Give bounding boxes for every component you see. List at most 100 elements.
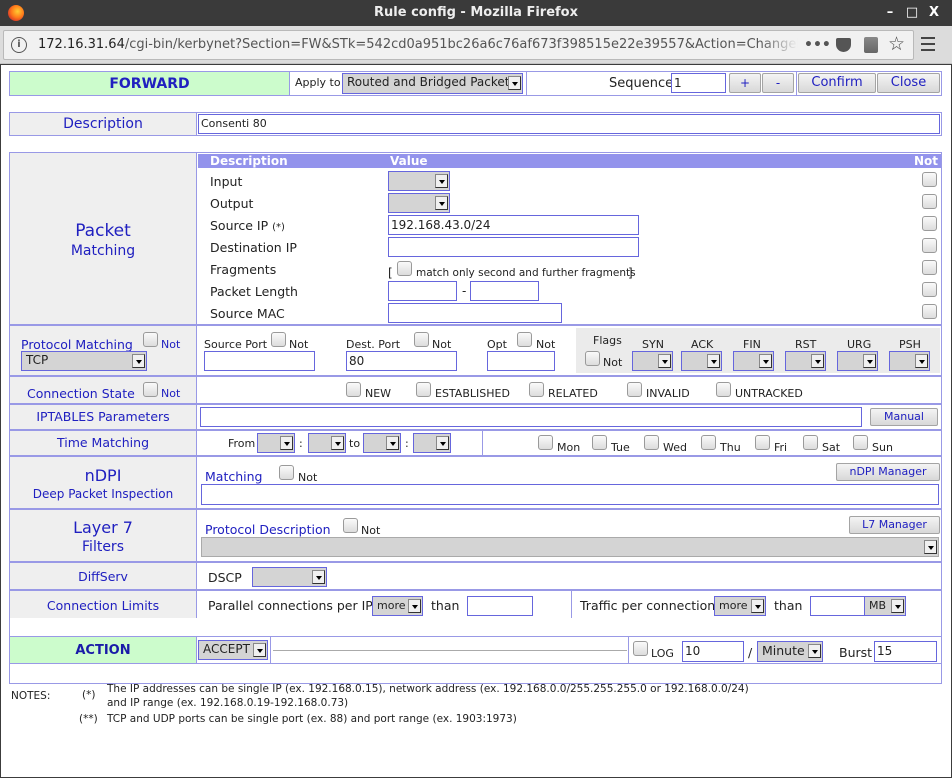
destination-ip-label: Destination IP <box>210 240 297 255</box>
confirm-button[interactable]: Confirm <box>798 73 876 93</box>
output-not-checkbox[interactable] <box>922 194 937 209</box>
description-input[interactable]: Consenti 80 <box>198 114 940 134</box>
chevron-down-icon <box>386 436 399 450</box>
destination-ip-not-checkbox[interactable] <box>922 238 937 253</box>
layer7-not-checkbox[interactable] <box>343 518 358 533</box>
day-checkbox-tue[interactable] <box>592 435 607 450</box>
divider <box>628 637 629 663</box>
dest-port-not-checkbox[interactable] <box>414 332 429 347</box>
maximize-button[interactable]: □ <box>902 0 922 26</box>
opt-input[interactable] <box>487 351 555 371</box>
close-window-button[interactable]: X <box>924 0 944 26</box>
flag-select-ack[interactable] <box>681 351 722 371</box>
traffic-unit-select[interactable]: MB <box>864 596 906 616</box>
output-label: Output <box>210 196 254 211</box>
state-checkbox-invalid[interactable] <box>627 382 642 397</box>
flag-select-rst[interactable] <box>785 351 826 371</box>
connection-state-label: Connection State <box>27 386 135 401</box>
flags-not-checkbox[interactable] <box>585 351 600 366</box>
traffic-value-input[interactable] <box>810 596 865 616</box>
flag-select-fin[interactable] <box>733 351 774 371</box>
action-label: ACTION <box>10 637 196 663</box>
state-checkbox-established[interactable] <box>416 382 431 397</box>
sequence-input[interactable]: 1 <box>671 73 726 93</box>
opt-not-checkbox[interactable] <box>517 332 532 347</box>
to-minute-select[interactable] <box>413 433 451 453</box>
layer7-protocol-select[interactable] <box>201 537 939 557</box>
source-ip-not-checkbox[interactable] <box>922 216 937 231</box>
day-checkbox-thu[interactable] <box>701 435 716 450</box>
bracket-close: ] <box>628 266 633 280</box>
packet-length-max-input[interactable] <box>470 281 539 301</box>
close-button[interactable]: Close <box>877 73 940 93</box>
source-mac-input[interactable] <box>388 303 562 323</box>
ndpi-not-checkbox[interactable] <box>279 465 294 480</box>
day-checkbox-sun[interactable] <box>853 435 868 450</box>
manual-button[interactable]: Manual <box>870 408 938 426</box>
day-checkbox-mon[interactable] <box>538 435 553 450</box>
log-period-select[interactable]: Minute <box>757 641 823 662</box>
apply-to-select[interactable]: Routed and Bridged Packets <box>342 73 523 94</box>
traffic-compare-select[interactable]: more <box>714 596 766 616</box>
connection-state-not-checkbox[interactable] <box>143 382 158 397</box>
fragments-checkbox[interactable] <box>397 261 412 276</box>
state-checkbox-related[interactable] <box>529 382 544 397</box>
chevron-down-icon <box>863 354 876 368</box>
downloads-icon[interactable] <box>864 37 878 53</box>
url-bar[interactable]: i 172.16.31.64/cgi-bin/kerbynet?Section=… <box>3 30 914 60</box>
from-minute-select[interactable] <box>308 433 346 453</box>
more-icon[interactable]: ••• <box>804 31 831 59</box>
packet-length-not-checkbox[interactable] <box>922 282 937 297</box>
from-hour-select[interactable] <box>257 433 295 453</box>
action-select[interactable]: ACCEPT <box>198 640 268 660</box>
day-label-sun: Sun <box>872 441 893 454</box>
divider <box>196 326 197 375</box>
input-interface-select[interactable] <box>388 171 450 191</box>
input-not-checkbox[interactable] <box>922 172 937 187</box>
menu-icon[interactable] <box>921 37 935 51</box>
dscp-select[interactable] <box>252 567 327 587</box>
not-label: Not <box>536 338 556 351</box>
parallel-compare-select[interactable]: more <box>372 596 423 616</box>
source-mac-not-checkbox[interactable] <box>922 304 937 319</box>
fragments-not-checkbox[interactable] <box>922 260 937 275</box>
tcp-flags-panel: Flags Not SYN ACK FIN RST URG PSH <box>576 328 940 373</box>
flags-label: Flags <box>593 334 622 347</box>
source-port-not-checkbox[interactable] <box>271 332 286 347</box>
day-checkbox-fri[interactable] <box>755 435 770 450</box>
state-checkbox-untracked[interactable] <box>716 382 731 397</box>
bookmark-star-icon[interactable]: ☆ <box>888 31 905 58</box>
iptables-parameters-input[interactable] <box>200 407 862 427</box>
burst-input[interactable]: 15 <box>874 641 937 662</box>
source-port-input[interactable] <box>204 351 315 371</box>
log-label: LOG <box>651 647 674 660</box>
to-hour-select[interactable] <box>363 433 401 453</box>
sequence-decrement-button[interactable]: - <box>762 73 794 93</box>
info-icon[interactable]: i <box>11 37 27 53</box>
state-checkbox-new[interactable] <box>346 382 361 397</box>
output-interface-select[interactable] <box>388 193 450 213</box>
protocol-not-checkbox[interactable] <box>143 332 158 347</box>
log-checkbox[interactable] <box>633 641 648 656</box>
source-ip-input[interactable]: 192.168.43.0/24 <box>388 215 639 235</box>
flag-select-urg[interactable] <box>837 351 878 371</box>
destination-ip-input[interactable] <box>388 237 639 257</box>
pocket-icon[interactable] <box>836 38 851 52</box>
flag-select-psh[interactable] <box>889 351 930 371</box>
divider <box>289 72 290 95</box>
packet-length-min-input[interactable] <box>388 281 457 301</box>
minimize-button[interactable]: – <box>880 0 900 26</box>
parallel-connections-input[interactable] <box>467 596 533 616</box>
protocol-select[interactable]: TCP <box>21 351 147 371</box>
day-checkbox-wed[interactable] <box>644 435 659 450</box>
sequence-increment-button[interactable]: + <box>729 73 761 93</box>
colon: : <box>405 437 409 450</box>
dest-port-input[interactable]: 80 <box>346 351 457 371</box>
ndpi-manager-button[interactable]: nDPI Manager <box>836 463 940 481</box>
day-checkbox-sat[interactable] <box>803 435 818 450</box>
flag-label-syn: SYN <box>642 338 664 351</box>
l7-manager-button[interactable]: L7 Manager <box>849 516 940 534</box>
ndpi-input[interactable] <box>201 484 939 505</box>
flag-select-syn[interactable] <box>632 351 673 371</box>
log-rate-input[interactable]: 10 <box>682 641 744 662</box>
